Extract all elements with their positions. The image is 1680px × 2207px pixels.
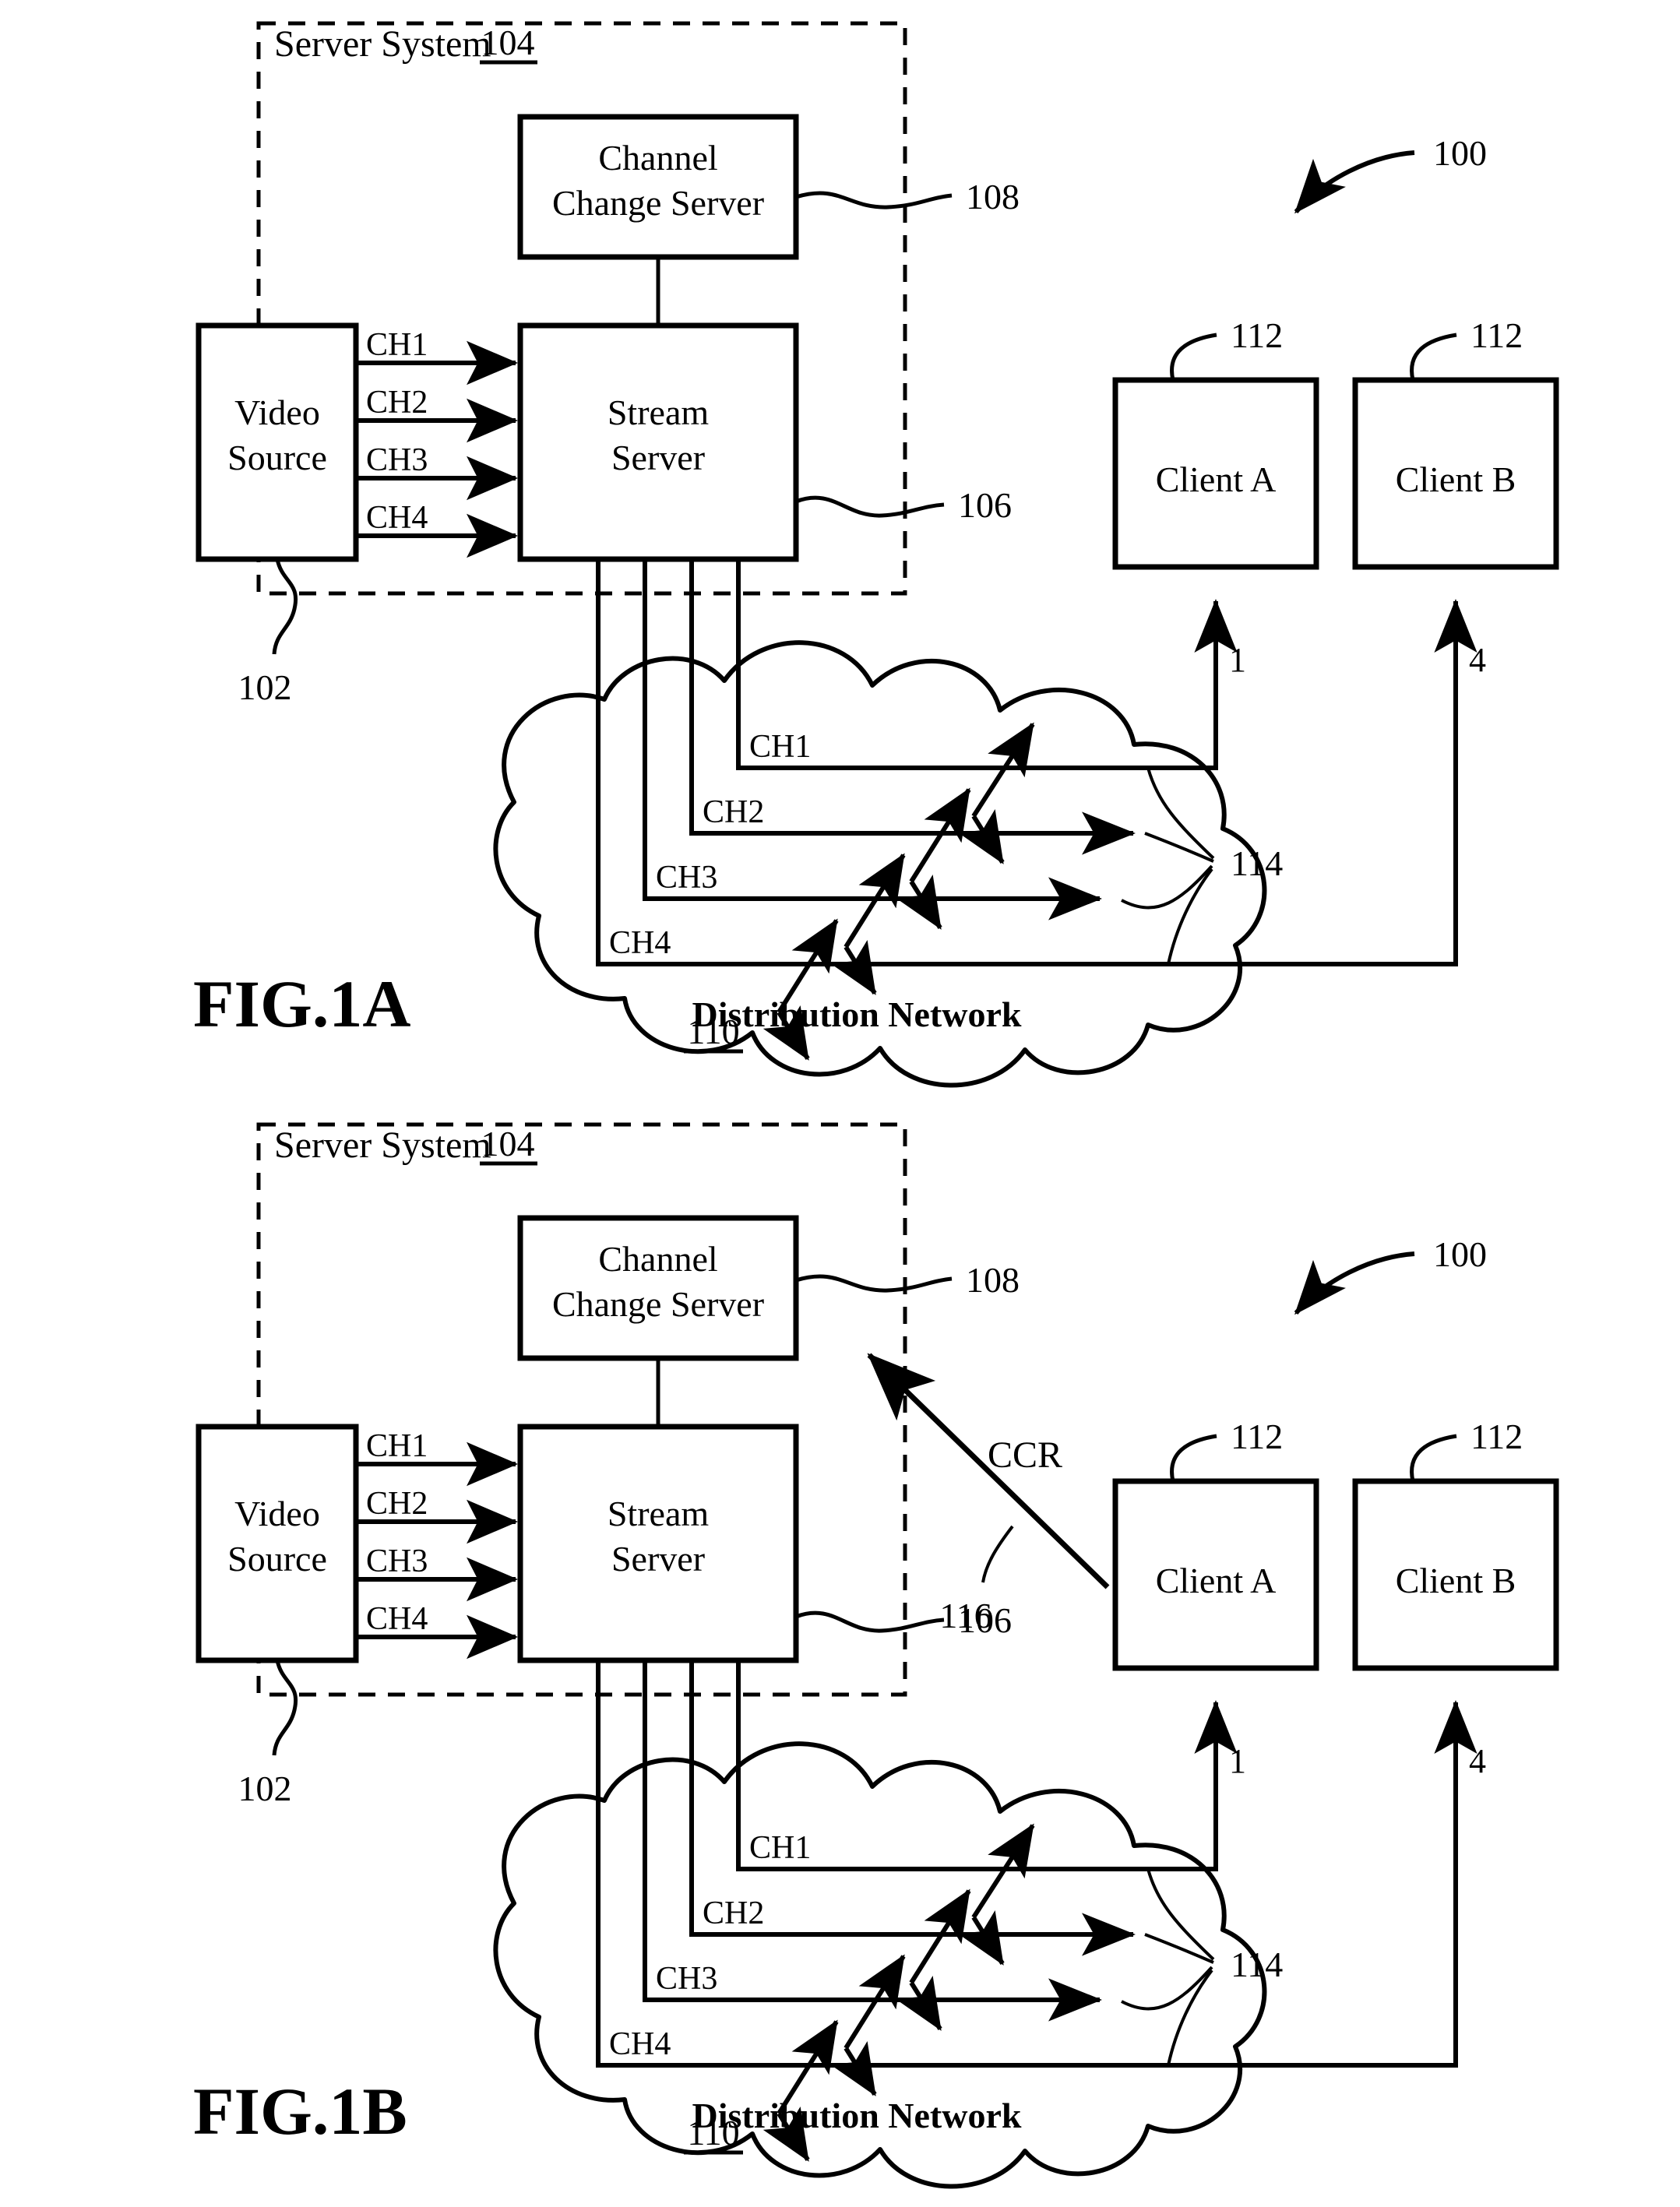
network-ch4-label-1b: CH4 [609, 2026, 671, 2062]
network-ch2-label-1a: CH2 [703, 794, 764, 830]
stream-server-label-line2-1b: Server [611, 1539, 705, 1579]
client-a-label-1a: Client A [1156, 459, 1277, 499]
distribution-network-label-1b: Distribution Network [692, 2096, 1022, 2135]
network-ch4-label-1a: CH4 [609, 925, 671, 961]
input-ch4-label-1a: CH4 [366, 500, 428, 536]
video-source-label-line1-1b: Video [234, 1494, 320, 1533]
input-ch3-label-1a: CH3 [366, 442, 428, 478]
server-system-ref-1b: 104 [481, 1124, 535, 1163]
ref-102-1a: 102 [238, 667, 292, 707]
ref-112-b-1a: 112 [1470, 315, 1523, 355]
ref-102-1b: 102 [238, 1769, 292, 1808]
client-b-label-1a: Client B [1396, 459, 1516, 499]
distribution-network-label-1a: Distribution Network [692, 994, 1022, 1034]
ref-100-1a: 100 [1433, 133, 1487, 173]
network-ch1-label-1a: CH1 [749, 729, 811, 765]
input-ch4-label-1b: CH4 [366, 1601, 428, 1637]
ref-106-leader-1b [795, 1610, 945, 1633]
server-system-ref-1a: 104 [481, 23, 535, 62]
client-b-label-1b: Client B [1396, 1561, 1516, 1600]
ref-112-a-leader-1a [1170, 333, 1217, 381]
figure-1a: Server System 104 Channel Change Server … [193, 21, 1559, 1088]
client-a-channel-number-1a: 1 [1229, 641, 1246, 679]
ref-114-leaders-1b [1121, 1868, 1215, 2066]
channel-change-server-label-line2-1a: Change Server [552, 183, 764, 223]
ref-112-a-1a: 112 [1231, 315, 1283, 355]
network-channel-paths-1b [596, 1660, 1477, 2068]
stream-server-label-line1-1a: Stream [608, 392, 710, 432]
input-channel-arrows-1b: CH1 CH2 CH3 CH4 [356, 1428, 518, 1660]
input-ch2-label-1b: CH2 [366, 1486, 428, 1522]
ref-100-1b: 100 [1433, 1234, 1487, 1274]
ref-116-1b: 116 [939, 1596, 991, 1635]
ref-108-leader-1a [795, 191, 953, 209]
input-ch1-label-1b: CH1 [366, 1428, 428, 1464]
stream-server-label-line2-1a: Server [611, 438, 705, 477]
channel-change-server-label-line1-1a: Channel [598, 138, 717, 178]
input-channel-arrows-1a: CH1 CH2 CH3 CH4 [356, 327, 518, 558]
ref-112-b-1b: 112 [1470, 1417, 1523, 1456]
ref-110-1a: 110 [687, 1012, 739, 1051]
server-system-label-1a: Server System [274, 23, 491, 65]
ref-106-1a: 106 [958, 485, 1012, 525]
ref-110-1b: 110 [687, 2113, 739, 2152]
client-a-channel-number-1b: 1 [1229, 1742, 1246, 1780]
video-source-label-line2-1b: Source [227, 1539, 327, 1579]
ref-112-b-leader-1b [1410, 1434, 1457, 1482]
network-channel-paths-1a [596, 559, 1477, 966]
client-a-label-1b: Client A [1156, 1561, 1277, 1600]
ref-108-1b: 108 [966, 1260, 1020, 1300]
ref-112-a-1b: 112 [1231, 1417, 1283, 1456]
ref-116-leader-1b [981, 1525, 1014, 1583]
network-ch1-label-1b: CH1 [749, 1830, 811, 1866]
input-ch1-label-1a: CH1 [366, 327, 428, 363]
channel-change-server-label-line1-1b: Channel [598, 1239, 717, 1279]
network-ch3-label-1b: CH3 [656, 1961, 717, 1997]
input-ch2-label-1a: CH2 [366, 385, 428, 421]
server-system-label-1b: Server System [274, 1125, 491, 1166]
ref-114-leaders-1a [1121, 767, 1215, 965]
stream-server-label-line1-1b: Stream [608, 1494, 710, 1533]
video-source-label-line1-1a: Video [234, 392, 320, 432]
ccr-label-1b: CCR [988, 1434, 1062, 1476]
ref-108-leader-1b [795, 1274, 953, 1293]
ref-108-1a: 108 [966, 177, 1020, 216]
ref-100-leader-1a [1294, 150, 1415, 214]
patent-drawing-sheet: Server System 104 Channel Change Server … [0, 0, 1680, 2207]
ref-112-b-leader-1a [1410, 333, 1457, 381]
ref-114-1a: 114 [1231, 843, 1283, 883]
client-b-channel-number-1b: 4 [1469, 1742, 1486, 1780]
video-source-label-line2-1a: Source [227, 438, 327, 477]
input-ch3-label-1b: CH3 [366, 1543, 428, 1579]
ref-102-leader-1a [272, 558, 298, 655]
channel-change-server-label-line2-1b: Change Server [552, 1284, 764, 1324]
client-b-channel-number-1a: 4 [1469, 641, 1486, 679]
ref-106-leader-1a [795, 495, 945, 518]
ref-102-leader-1b [272, 1660, 298, 1756]
network-ch2-label-1b: CH2 [703, 1895, 764, 1931]
ref-100-leader-1b [1294, 1251, 1415, 1315]
figure-caption-1b: FIG.1B [193, 2074, 407, 2149]
ref-114-1b: 114 [1231, 1945, 1283, 1984]
ref-112-a-leader-1b [1170, 1434, 1217, 1482]
figure-caption-1a: FIG.1A [193, 966, 411, 1041]
figure-1b: Server System 104 Channel Change Server … [193, 1122, 1559, 2189]
network-ch3-label-1a: CH3 [656, 860, 717, 896]
